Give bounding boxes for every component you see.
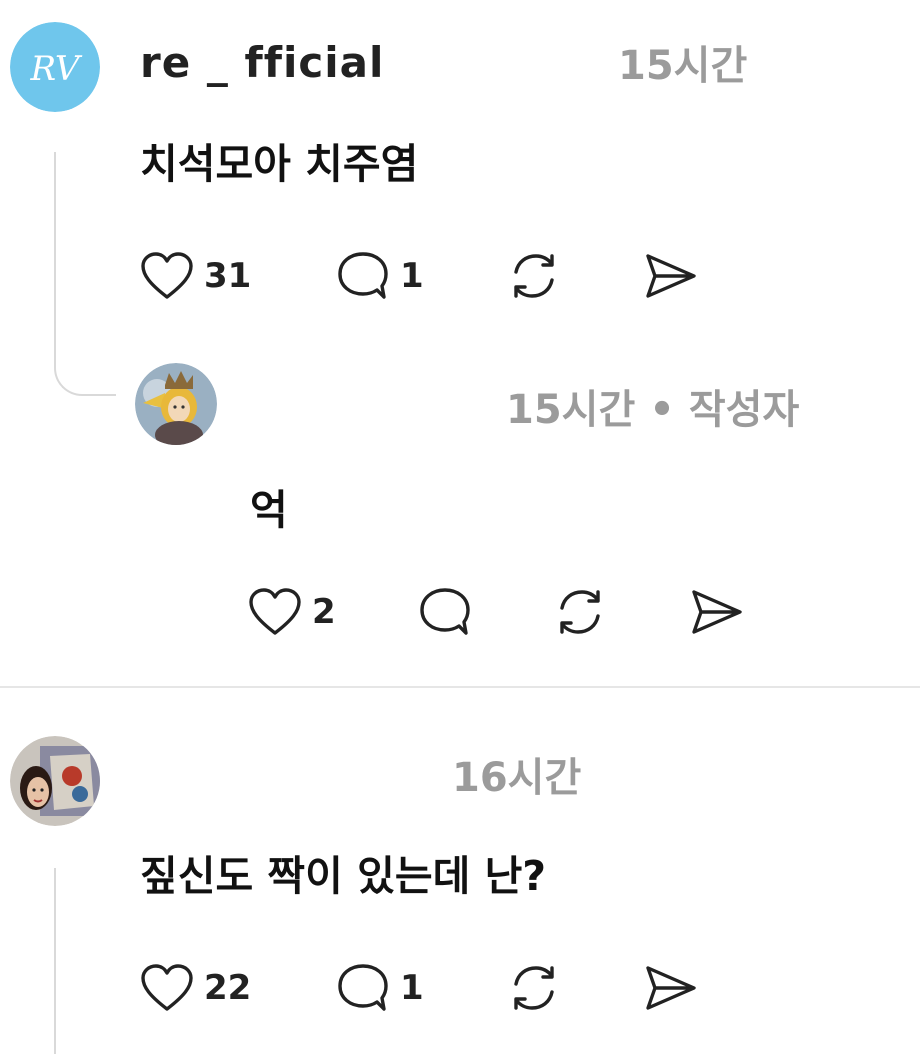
comment-text: 치석모아 치주염 — [140, 140, 419, 188]
comment-text: 억 — [250, 486, 288, 534]
share-button[interactable] — [642, 962, 698, 1014]
send-icon — [692, 590, 742, 634]
comment-text: 짚신도 짝이 있는데 난? — [140, 852, 547, 900]
like-count: 22 — [204, 968, 252, 1008]
comment-bubble-icon — [338, 252, 388, 299]
comment-bubble-icon — [420, 588, 470, 635]
like-button[interactable]: 22 — [140, 963, 336, 1013]
share-button[interactable] — [642, 250, 698, 302]
repost-icon — [514, 254, 554, 298]
timestamp: 15시간 — [506, 387, 636, 433]
like-count: 2 — [312, 592, 336, 632]
divider — [0, 686, 920, 688]
like-button[interactable]: 2 — [248, 587, 418, 637]
send-icon — [646, 966, 696, 1010]
avatar[interactable]: RV — [10, 22, 100, 112]
thread-connector — [54, 152, 116, 396]
author-label: 작성자 — [688, 387, 800, 433]
like-button[interactable]: 31 — [140, 251, 336, 301]
action-bar: 22 1 — [140, 962, 698, 1014]
timestamp: 15시간 — [618, 43, 748, 89]
reply-button[interactable]: 1 — [336, 962, 506, 1014]
reply-button[interactable]: 1 — [336, 250, 506, 302]
repost-button[interactable] — [552, 586, 688, 638]
avatar[interactable] — [135, 363, 217, 445]
reply-count: 1 — [400, 968, 424, 1008]
reply-button[interactable] — [418, 586, 552, 638]
action-bar: 31 1 — [140, 250, 698, 302]
heart-icon — [141, 252, 193, 299]
share-button[interactable] — [688, 586, 744, 638]
timestamp: 16시간 — [452, 755, 582, 801]
comment-thread: RV re _ fficial 15시간 치석모아 치주염 31 1 15시간 … — [0, 0, 920, 1054]
comment-header: re _ fficial 15시간 — [140, 34, 747, 90]
username[interactable]: re _ fficial — [140, 38, 604, 87]
avatar-monogram: RV — [30, 49, 83, 89]
comment-bubble-icon — [338, 964, 388, 1011]
like-count: 31 — [204, 256, 252, 296]
comment-header: 15시간 • 작성자 — [254, 378, 799, 434]
heart-icon — [141, 964, 193, 1011]
repost-button[interactable] — [506, 250, 642, 302]
avatar[interactable] — [10, 736, 100, 826]
repost-icon — [514, 966, 554, 1010]
comment-header: 16시간 — [140, 746, 581, 802]
send-icon — [646, 254, 696, 298]
thread-connector — [54, 868, 56, 1054]
repost-icon — [560, 590, 600, 634]
action-bar: 2 — [248, 586, 744, 638]
heart-icon — [249, 588, 301, 635]
author-badge: • 작성자 — [649, 377, 799, 435]
repost-button[interactable] — [506, 962, 642, 1014]
reply-count: 1 — [400, 256, 424, 296]
separator-dot: • — [649, 387, 675, 433]
